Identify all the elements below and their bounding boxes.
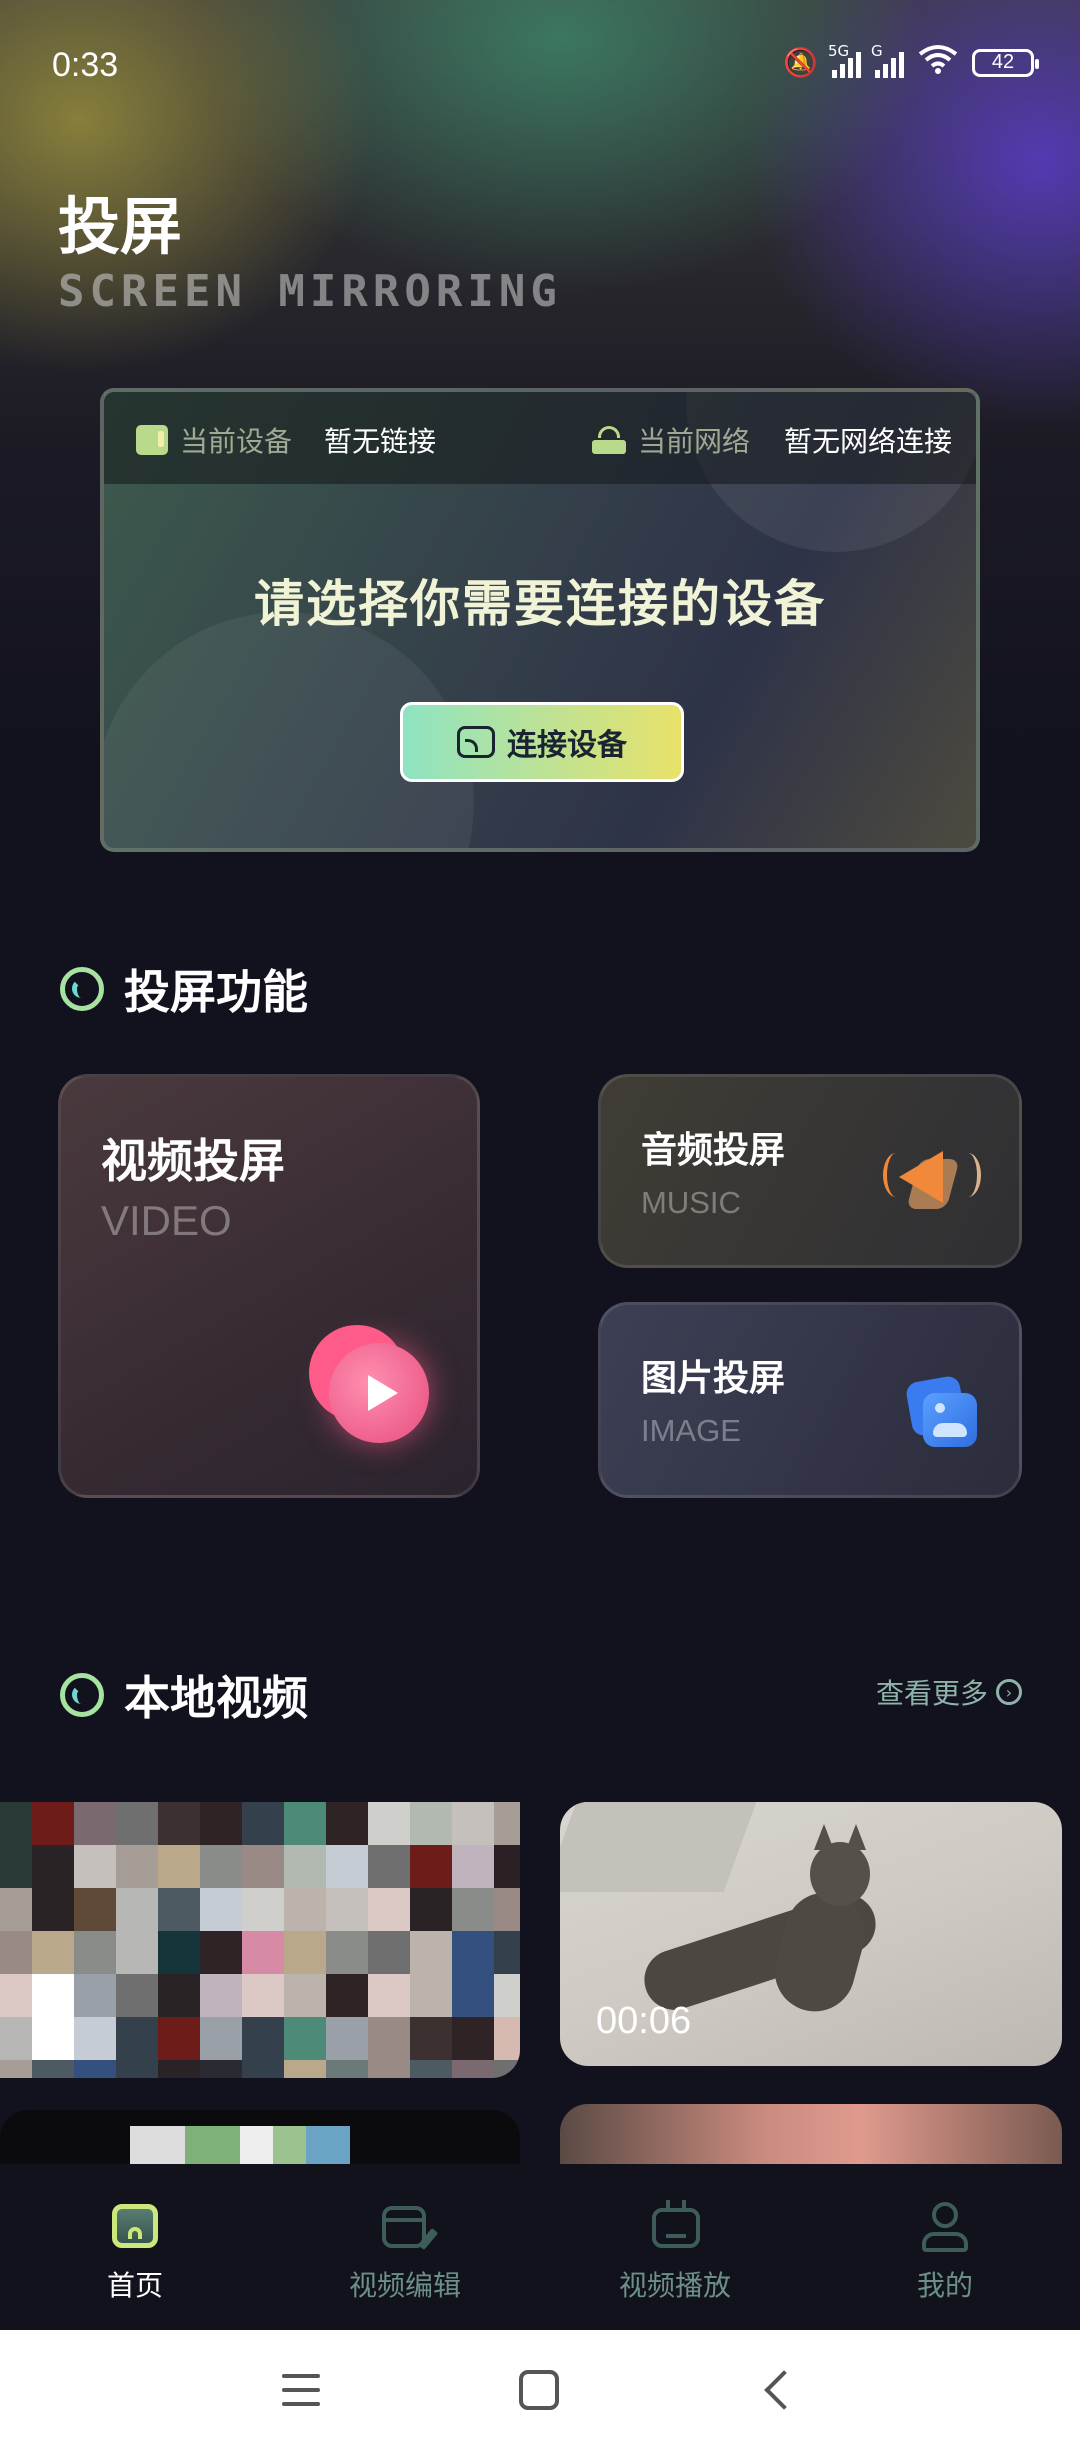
video-cast-subtitle: VIDEO	[101, 1197, 232, 1244]
local-videos-title: 本地视频	[124, 1671, 308, 1725]
current-network-label: 当前网络	[638, 425, 751, 458]
nav-label-video-edit: 视频编辑	[348, 2269, 461, 2302]
current-network: 当前网络 暂无网络连接	[592, 420, 952, 460]
network-type-1: 5G	[828, 41, 850, 60]
battery-icon: 42	[972, 48, 1039, 77]
current-device-value: 暂无链接	[324, 425, 437, 458]
nav-item-home[interactable]: 首页	[55, 2200, 215, 2304]
nav-item-video-play[interactable]: 视频播放	[595, 2200, 755, 2304]
battery-level: 42	[991, 51, 1015, 73]
current-network-value: 暂无网络连接	[784, 425, 953, 458]
status-time: 0:33	[52, 46, 119, 84]
nav-label-video-play: 视频播放	[618, 2269, 731, 2302]
device-prompt: 请选择你需要连接的设备	[254, 575, 826, 633]
video-cast-card[interactable]: 视频投屏 VIDEO	[58, 1074, 480, 1498]
home-square-icon[interactable]	[519, 2370, 559, 2410]
cast-section-header: 投屏功能	[60, 956, 308, 1022]
audio-cast-card[interactable]: 音频投屏 MUSIC	[598, 1074, 1022, 1268]
audio-cast-title: 音频投屏	[641, 1130, 786, 1171]
wifi-icon	[918, 44, 958, 81]
video-edit-icon	[378, 2200, 432, 2250]
nav-item-profile[interactable]: 我的	[865, 2200, 1025, 2304]
mute-bell-icon: 🔕	[783, 46, 818, 79]
video-thumbnail[interactable]: 00:06	[560, 1802, 1062, 2066]
device-status-bar: 当前设备 暂无链接 当前网络 暂无网络连接	[104, 392, 976, 484]
network-type-2: G	[871, 41, 883, 60]
section-ring-icon	[60, 967, 104, 1011]
connect-device-button[interactable]: 连接设备	[400, 702, 684, 782]
back-icon[interactable]	[764, 2370, 804, 2410]
router-icon	[592, 426, 626, 454]
status-bar: 0:33 🔕 5G G 42	[0, 0, 1080, 130]
video-thumbnail[interactable]	[560, 2104, 1062, 2170]
video-thumbnail[interactable]	[0, 1802, 520, 2078]
image-icon	[904, 1374, 979, 1449]
video-thumbnail[interactable]	[0, 2110, 520, 2170]
image-cast-title: 图片投屏	[641, 1358, 786, 1399]
section-ring-icon	[60, 1673, 104, 1717]
nav-label-home: 首页	[106, 2269, 163, 2302]
see-more-link[interactable]: 查看更多 ›	[876, 1672, 1022, 1712]
device-tv-icon	[136, 425, 168, 455]
chevron-right-icon: ›	[996, 1679, 1022, 1705]
signal-5g-icon: 5G	[828, 42, 861, 78]
profile-icon	[918, 2200, 972, 2252]
current-device-label: 当前设备	[180, 425, 293, 458]
cast-section-title: 投屏功能	[124, 965, 308, 1019]
cast-icon	[457, 726, 495, 758]
page-subtitle: SCREEN MIRRORING	[58, 266, 562, 317]
page-title: 投屏	[58, 190, 183, 263]
see-more-label: 查看更多	[875, 1677, 988, 1710]
device-card: 当前设备 暂无链接 当前网络 暂无网络连接 请选择你需要连接的设备 连接设备	[100, 388, 980, 852]
nav-item-video-edit[interactable]: 视频编辑	[325, 2200, 485, 2304]
system-nav-bar	[0, 2330, 1080, 2460]
pixelated-thumbnail	[0, 1802, 520, 2078]
video-duration: 00:06	[596, 2000, 692, 2042]
speaker-icon	[883, 1139, 983, 1219]
image-cast-subtitle: IMAGE	[641, 1413, 741, 1448]
bottom-nav: 首页 视频编辑 视频播放 我的	[0, 2164, 1080, 2330]
home-icon	[108, 2200, 162, 2250]
menu-icon[interactable]	[282, 2374, 320, 2416]
local-videos-header: 本地视频	[60, 1662, 308, 1728]
nav-label-profile: 我的	[916, 2269, 973, 2302]
image-cast-card[interactable]: 图片投屏 IMAGE	[598, 1302, 1022, 1498]
connect-device-label: 连接设备	[507, 728, 627, 763]
tv-icon	[648, 2200, 702, 2250]
signal-g-icon: G	[871, 42, 904, 78]
current-device: 当前设备 暂无链接	[136, 420, 436, 460]
audio-cast-subtitle: MUSIC	[641, 1185, 741, 1220]
play-icon	[309, 1325, 439, 1455]
status-icons: 🔕 5G G 42	[783, 42, 1039, 81]
video-cast-title: 视频投屏	[101, 1134, 285, 1188]
